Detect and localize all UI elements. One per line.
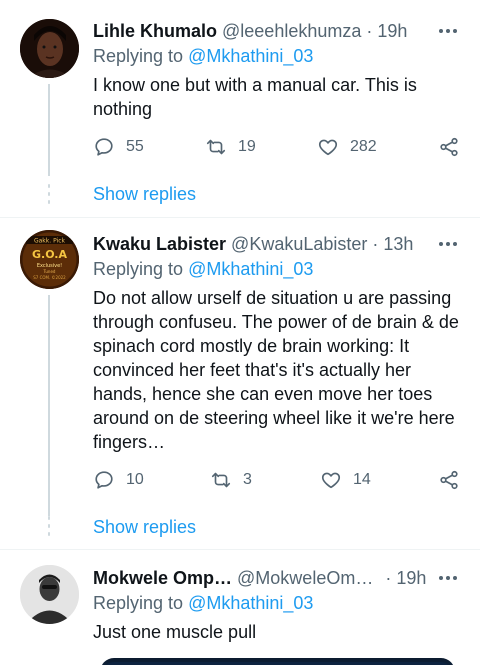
display-name[interactable]: Lihle Khumalo [93, 21, 217, 42]
replying-prefix: Replying to [93, 259, 184, 279]
thread-dots [48, 516, 50, 540]
avatar-text-top: Gakk. Pick [34, 238, 66, 245]
show-replies-link[interactable]: Show replies [93, 517, 196, 538]
heart-icon [321, 472, 341, 489]
avatar-text-tuned: Tuned [43, 269, 56, 274]
user-handle[interactable]: @leeehlekhumza [222, 21, 361, 42]
like-count: 282 [350, 138, 377, 155]
timestamp[interactable]: 19h [396, 568, 426, 589]
timestamp[interactable]: 19h [377, 21, 407, 42]
reply-button[interactable]: 10 [93, 468, 144, 492]
avatar-logo: Gakk. Pick G.O.A Exclusive! Tuned S7 COM… [20, 230, 79, 289]
tweet[interactable]: Mokwele Omp… @MokweleOm… · 19h Replying … [0, 550, 480, 665]
like-button[interactable]: 14 [320, 468, 371, 492]
avatar-photo [20, 565, 79, 624]
tweet-text: I know one but with a manual car. This i… [93, 75, 417, 119]
share-icon [440, 470, 458, 490]
heart-icon [318, 139, 338, 156]
retweet-icon [211, 472, 231, 488]
mention-link[interactable]: @Mkhathini_03 [188, 46, 313, 66]
retweet-button[interactable]: 3 [210, 468, 252, 492]
separator-dot: · [385, 567, 392, 588]
avatar[interactable]: Gakk. Pick G.O.A Exclusive! Tuned S7 COM… [20, 230, 79, 289]
share-icon [440, 137, 458, 157]
reply-button[interactable]: 55 [93, 135, 144, 159]
share-button[interactable] [438, 468, 460, 492]
like-button[interactable]: 282 [317, 135, 377, 159]
show-replies-link[interactable]: Show replies [93, 184, 196, 205]
tweet-text: Just one muscle pull [93, 622, 257, 642]
action-bar: 10 3 14 [93, 468, 460, 492]
more-icon[interactable] [436, 19, 460, 43]
avatar[interactable] [20, 565, 79, 624]
tweet-text: Do not allow urself de situation u are p… [93, 288, 459, 452]
replying-to: Replying to @Mkhathini_03 [93, 259, 313, 280]
tweet-header: Kwaku Labister @KwakuLabister · 13h [93, 232, 460, 256]
separator-dot: · [366, 20, 373, 41]
reply-icon [95, 471, 113, 489]
replying-to: Replying to @Mkhathini_03 [93, 46, 313, 67]
user-handle[interactable]: @KwakuLabister [231, 234, 367, 255]
replying-prefix: Replying to [93, 593, 184, 613]
thread-dots [48, 184, 50, 208]
retweet-count: 3 [243, 471, 252, 488]
share-button[interactable] [438, 135, 460, 159]
tweet-media[interactable] [100, 658, 455, 665]
replying-to: Replying to @Mkhathini_03 [93, 593, 313, 614]
timestamp[interactable]: 13h [383, 234, 413, 255]
tweet[interactable]: Lihle Khumalo @leeehlekhumza · 19h Reply… [0, 0, 480, 217]
display-name[interactable]: Kwaku Labister [93, 234, 226, 255]
more-icon[interactable] [436, 232, 460, 256]
reply-count: 55 [126, 138, 144, 155]
user-handle[interactable]: @MokweleOm… [237, 568, 373, 589]
retweet-button[interactable]: 19 [205, 135, 256, 159]
tweet-header: Mokwele Omp… @MokweleOm… · 19h [93, 566, 460, 590]
mention-link[interactable]: @Mkhathini_03 [188, 259, 313, 279]
reply-icon [95, 138, 113, 156]
retweet-count: 19 [238, 138, 256, 155]
avatar-text-logo: G.O.A [32, 248, 67, 261]
avatar-photo [20, 19, 79, 78]
like-count: 14 [353, 471, 371, 488]
mention-link[interactable]: @Mkhathini_03 [188, 593, 313, 613]
reply-count: 10 [126, 471, 144, 488]
more-icon[interactable] [436, 566, 460, 590]
action-bar: 55 19 282 [93, 135, 460, 159]
avatar[interactable] [20, 19, 79, 78]
retweet-icon [206, 139, 226, 155]
tweet[interactable]: Gakk. Pick G.O.A Exclusive! Tuned S7 COM… [0, 218, 480, 549]
avatar-text-footer: S7 COM. ©2022 [33, 275, 66, 280]
tweet-header: Lihle Khumalo @leeehlekhumza · 19h [93, 19, 460, 43]
separator-dot: · [372, 233, 379, 254]
thread-line [48, 295, 50, 516]
display-name[interactable]: Mokwele Omp… [93, 568, 232, 589]
thread-line [48, 84, 50, 176]
replying-prefix: Replying to [93, 46, 184, 66]
